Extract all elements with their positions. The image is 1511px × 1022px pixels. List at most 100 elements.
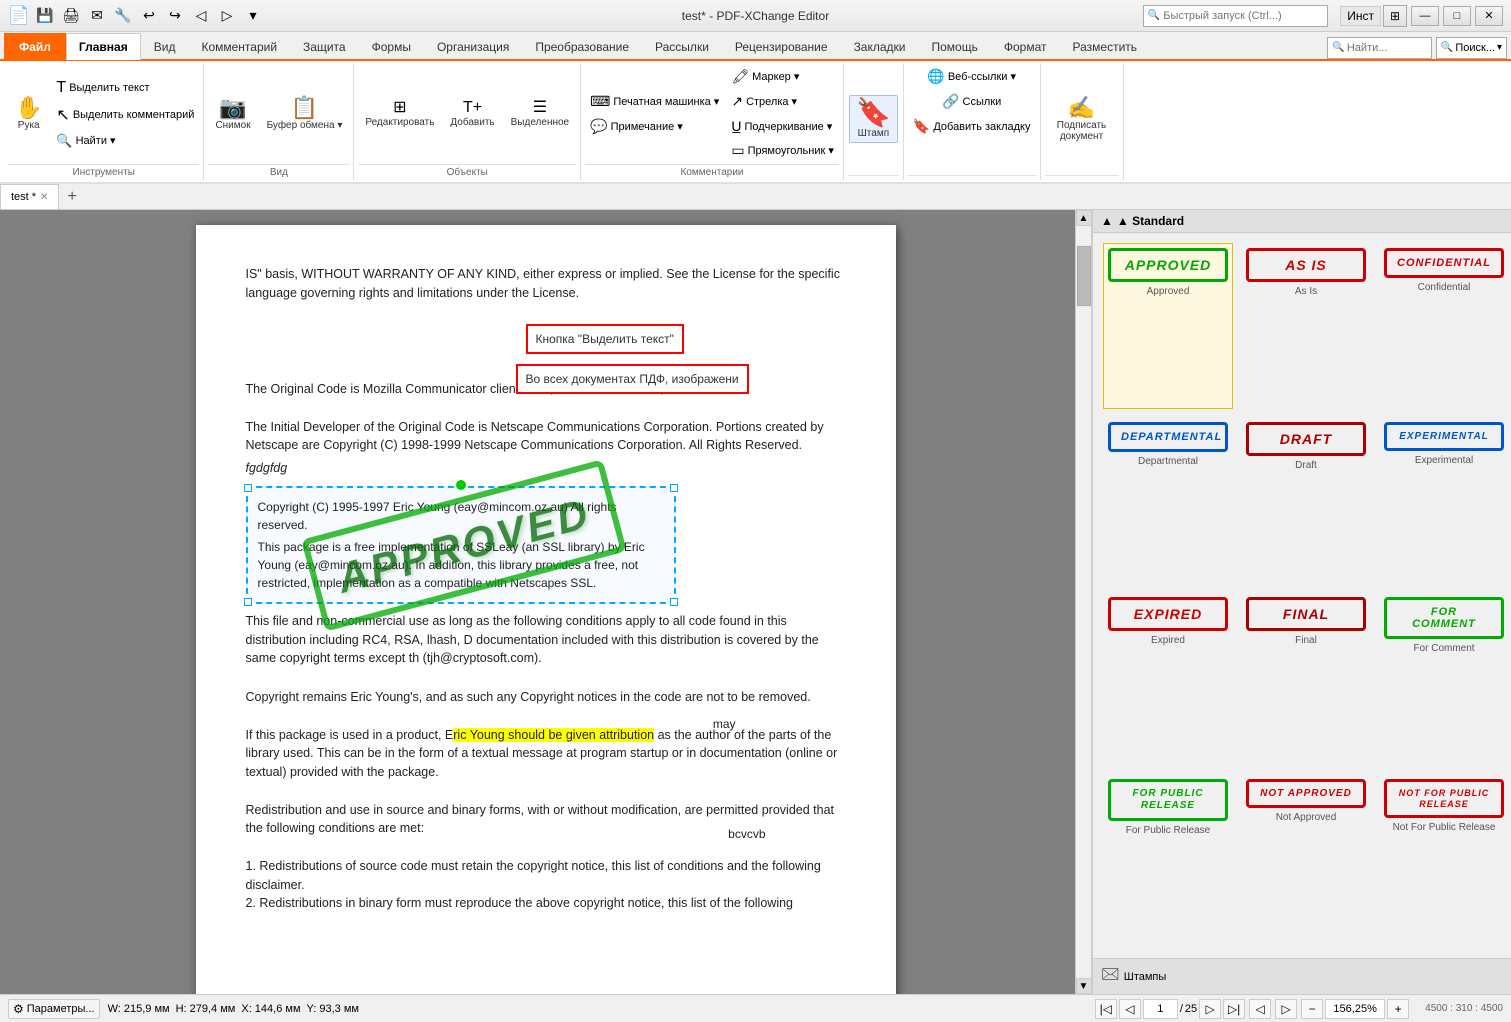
stamp-for-public-item[interactable]: FOR PUBLIC RELEASE For Public Release [1103,774,1233,948]
panel-collapse-icon[interactable]: ▲ [1101,214,1113,228]
stamp-draft-preview: DRAFT [1246,422,1366,456]
app-icon[interactable]: 📄 [8,5,30,27]
bottom-right-info: 4500 : 310 : 4500 [1425,1003,1503,1014]
dropdown-quick-btn[interactable]: ▾ [242,5,264,27]
pdf-para5: Copyright remains Eric Young's, and as s… [246,688,846,707]
pdf-para6: If this package is used in a product, Er… [246,726,846,782]
stamp-draft-item[interactable]: DRAFT Draft [1241,417,1371,583]
sign-icon: ✍ [1068,97,1095,119]
stamp-not-approved-item[interactable]: NOT APPROVED Not Approved [1241,774,1371,948]
handle-tr[interactable] [670,484,678,492]
email-quick-btn[interactable]: ✉ [86,5,108,27]
links-btn[interactable]: 🔗 Ссылки [937,90,1006,113]
tab-convert[interactable]: Преобразование [522,33,642,60]
tab-review[interactable]: Рецензирование [722,33,841,60]
selection-handle-top[interactable] [456,480,466,490]
find-input[interactable] [1347,42,1427,54]
sign-btn[interactable]: ✍ Подписать документ [1045,93,1119,146]
tab-mailing[interactable]: Рассылки [642,33,722,60]
print-quick-btn[interactable]: 🖨 [60,5,82,27]
tab-arrange[interactable]: Разместить [1060,33,1151,60]
selected-objects-btn[interactable]: ☰ Выделенное [504,96,577,132]
tab-file[interactable]: Файл [4,33,66,60]
fwd-quick-btn[interactable]: ▷ [216,5,238,27]
zoom-in-btn[interactable]: + [1387,999,1409,1019]
doc-tab-close[interactable]: ✕ [40,192,48,203]
scroll-up-btn[interactable]: ▲ [1076,210,1092,226]
tab-organize[interactable]: Организация [424,33,522,60]
scroll-left-btn[interactable]: ◁ [1249,999,1271,1019]
select-text-btn[interactable]: T Выделить текст [51,76,199,100]
handle-bl[interactable] [244,598,252,606]
tab-view[interactable]: Вид [141,33,189,60]
next-page-btn[interactable]: ▷ [1199,999,1221,1019]
title-bar: 📄 💾 🖨 ✉ 🔧 ↩ ↪ ◁ ▷ ▾ test* - PDF-XChange … [0,0,1511,32]
display-mode-btn[interactable]: Инст [1340,6,1381,26]
hand-tool-btn[interactable]: ✋ Рука [8,93,49,135]
handle-tl[interactable] [244,484,252,492]
first-page-btn[interactable]: |◁ [1095,999,1117,1019]
callout-box-2: Во всех документах ПДФ, изображени [516,364,749,394]
prev-page-btn[interactable]: ◁ [1119,999,1141,1019]
clipboard-btn[interactable]: 📋 Буфер обмена ▾ [260,93,350,135]
marker-btn[interactable]: 🖍 Маркер ▾ [726,65,839,88]
tools-quick-btn[interactable]: 🔧 [112,5,134,27]
note-btn[interactable]: 💬 Примечание ▾ [585,115,724,138]
zoom-out-btn[interactable]: − [1301,999,1323,1019]
underline-btn[interactable]: U̲ Подчеркивание ▾ [726,115,839,137]
last-page-btn[interactable]: ▷| [1223,999,1245,1019]
scroll-right-btn[interactable]: ▷ [1275,999,1297,1019]
pdf-scroll-area[interactable]: IS" basis, WITHOUT WARRANTY OF ANY KIND,… [0,210,1091,994]
tab-comment[interactable]: Комментарий [188,33,290,60]
tab-bookmarks[interactable]: Закладки [841,33,919,60]
back-quick-btn[interactable]: ◁ [190,5,212,27]
minimize-btn[interactable]: — [1411,6,1439,26]
quick-search-input[interactable] [1163,10,1323,22]
tab-home[interactable]: Главная [66,33,141,60]
stamp-btn[interactable]: 🔖 Штамп [849,95,898,143]
page-navigation: |◁ ◁ / 25 ▷ ▷| [1095,999,1245,1019]
text-selection-area[interactable]: Copyright (C) 1995-1997 Eric Young (eay@… [246,486,676,604]
arrow-btn[interactable]: ↗ Стрелка ▾ [726,90,839,113]
stamp-as-is-item[interactable]: AS IS As Is [1241,243,1371,409]
stamp-departmental-item[interactable]: DEPARTMENTAL Departmental [1103,417,1233,583]
select-comment-btn[interactable]: ↖ Выделить комментарий [51,102,199,128]
web-links-btn[interactable]: 🌐 Веб-ссылки ▾ [922,65,1021,88]
vertical-scrollbar[interactable]: ▲ ▼ [1075,210,1091,994]
tab-help[interactable]: Помощь [919,33,991,60]
snapshot-btn[interactable]: 📷 Снимок [208,93,257,135]
page-number-input[interactable] [1143,999,1178,1019]
stamp-not-for-public-item[interactable]: NOT FOR PUBLIC RELEASE Not For Public Re… [1379,774,1509,948]
params-btn[interactable]: ⚙ Параметры... [8,999,100,1019]
tab-protect[interactable]: Защита [290,33,359,60]
handle-br[interactable] [670,598,678,606]
scroll-thumb[interactable] [1077,246,1091,306]
typewriter-icon: ⌨ [590,93,610,110]
stamp-experimental-item[interactable]: EXPERIMENTAL Experimental [1379,417,1509,583]
stamp-final-item[interactable]: FINAL Final [1241,592,1371,766]
add-bookmark-btn[interactable]: 🔖 Добавить закладку [908,115,1036,138]
redo-quick-btn[interactable]: ↪ [164,5,186,27]
stamp-expired-item[interactable]: EXPIRED Expired [1103,592,1233,766]
maximize-btn[interactable]: □ [1443,6,1471,26]
add-objects-btn[interactable]: T+ Добавить [443,96,501,132]
search2-dropdown[interactable]: ▾ [1497,42,1502,53]
zoom-level-input[interactable] [1325,999,1385,1019]
tab-format[interactable]: Формат [991,33,1060,60]
find-btn[interactable]: 🔍 Найти ▾ [51,130,199,152]
tab-forms[interactable]: Формы [359,33,424,60]
new-tab-btn[interactable]: + [59,186,84,208]
rect-btn[interactable]: ▭ Прямоугольник ▾ [726,139,839,162]
edit-objects-btn[interactable]: ⊞ Редактировать [358,96,441,132]
stamp-approved-item[interactable]: APPROVED Approved [1103,243,1233,409]
save-quick-btn[interactable]: 💾 [34,5,56,27]
stamp-for-comment-item[interactable]: FOR COMMENT For Comment [1379,592,1509,766]
stamp-confidential-item[interactable]: CONFIDENTIAL Confidential [1379,243,1509,409]
close-btn[interactable]: ✕ [1475,6,1503,26]
doc-tab-test[interactable]: test * ✕ [0,184,59,209]
undo-quick-btn[interactable]: ↩ [138,5,160,27]
ribbon-collapse-btn[interactable]: ⊞ [1383,5,1407,27]
scroll-down-btn[interactable]: ▼ [1076,978,1092,994]
stamp-departmental-label: Departmental [1138,456,1198,467]
typewriter-btn[interactable]: ⌨ Печатная машинка ▾ [585,90,724,113]
